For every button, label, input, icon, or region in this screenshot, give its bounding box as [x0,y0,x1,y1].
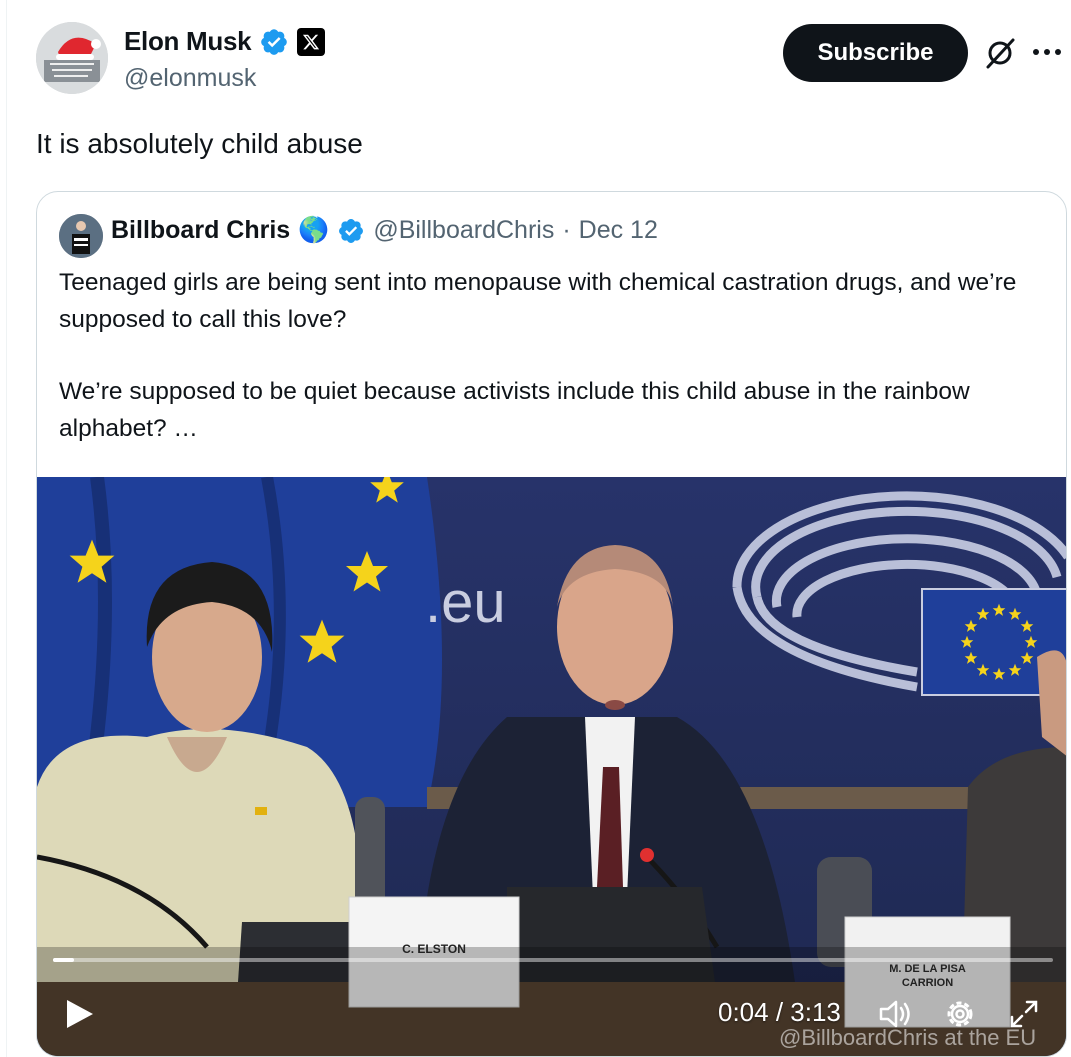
placard-right-line1: M. DE LA PISA [889,963,966,975]
quoted-author-name[interactable]: Billboard Chris [111,216,290,245]
video-progress-fill [53,958,74,962]
globe-emoji-icon: 🌎 [298,216,330,244]
more-icon[interactable] [1033,44,1063,60]
quoted-post-card[interactable]: Billboard Chris 🌎 @BillboardChris · Dec … [36,191,1067,1057]
author-name[interactable]: Elon Musk [124,26,252,57]
placard-right-line2: CARRION [901,977,954,989]
subscribe-button[interactable]: Subscribe [783,24,968,82]
video-time: 0:04 / 3:13 [718,997,841,1027]
video-player[interactable]: .eu C. ELSTON M. DE LA PISA CARRION 0:04… [37,477,1066,1056]
separator-dot: · [562,216,571,244]
quoted-author-handle[interactable]: @BillboardChris [373,216,554,245]
x-logo-icon [297,27,326,56]
quoted-paragraph: We’re supposed to be quiet because activ… [59,378,970,442]
backdrop-text: .eu [425,570,506,635]
placard-center: C. ELSTON [402,942,466,956]
quoted-post-text: Teenaged girls are being sent into menop… [59,264,1049,482]
author-handle[interactable]: @elonmusk [124,64,256,93]
verified-badge-icon [339,218,364,243]
timeline-divider [6,0,7,1057]
quoted-post-header: Billboard Chris 🌎 @BillboardChris · Dec … [111,216,658,245]
verified-badge-icon [261,28,288,55]
author-name-row: Elon Musk [124,26,326,57]
video-watermark: @BillboardChris at the EU [779,1025,1037,1050]
video-progress-bar[interactable] [53,958,1053,962]
author-avatar[interactable] [36,22,108,94]
post-text: It is absolutely child abuse [36,128,363,159]
play-icon[interactable] [63,997,95,1031]
quoted-paragraph: Teenaged girls are being sent into menop… [59,269,1017,333]
quoted-post-date[interactable]: Dec 12 [579,216,658,245]
grok-icon[interactable] [983,36,1017,70]
quoted-author-avatar[interactable] [59,214,103,258]
